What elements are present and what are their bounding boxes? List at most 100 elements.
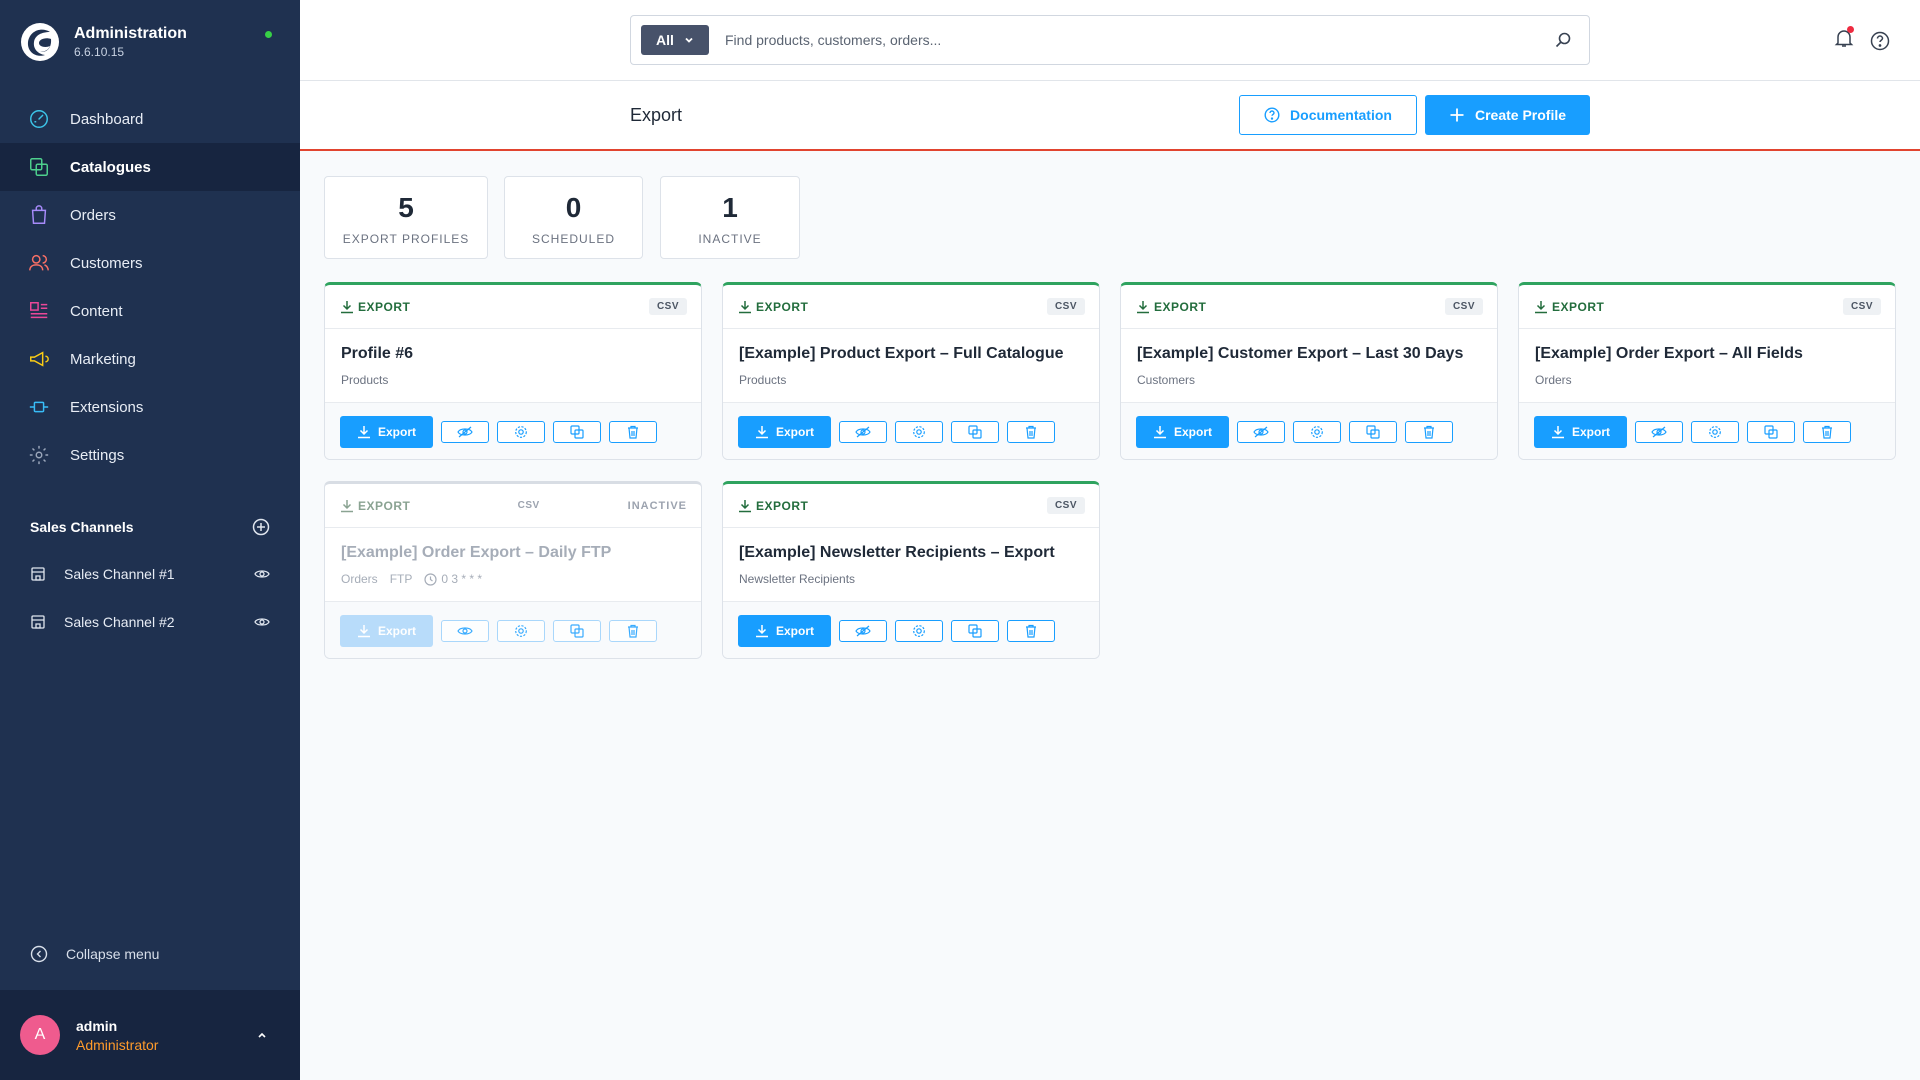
deactivate-button[interactable] xyxy=(839,619,887,642)
notifications-button[interactable] xyxy=(1834,26,1854,53)
gear-icon xyxy=(515,425,527,438)
nav-item-dashboard[interactable]: Dashboard xyxy=(0,95,300,143)
settings-button[interactable] xyxy=(497,619,545,642)
duplicate-button[interactable] xyxy=(553,619,601,642)
export-button[interactable]: Export xyxy=(1534,415,1627,448)
export-type-label: EXPORT xyxy=(1552,299,1605,314)
deactivate-button[interactable] xyxy=(441,420,489,443)
nav-item-settings[interactable]: Settings xyxy=(0,431,300,479)
download-icon xyxy=(1535,300,1547,313)
top-bar: All xyxy=(300,0,1920,81)
export-button[interactable]: Export xyxy=(1136,415,1229,448)
profile-title[interactable]: [Example] Order Export – All Fields xyxy=(1535,345,1879,363)
export-type-badge: EXPORT xyxy=(1534,300,1604,314)
extensions-icon xyxy=(29,401,49,413)
nav-item-extensions[interactable]: Extensions xyxy=(0,383,300,431)
delete-button[interactable] xyxy=(1405,420,1453,443)
export-type-badge: EXPORT xyxy=(738,499,808,513)
settings-button[interactable] xyxy=(895,619,943,642)
gear-icon xyxy=(1709,425,1721,438)
user-menu[interactable]: A admin Administrator xyxy=(0,990,300,1080)
download-icon xyxy=(1137,300,1149,313)
nav-item-content[interactable]: Content xyxy=(0,287,300,335)
shopware-logo-icon xyxy=(21,23,59,61)
profile-title[interactable]: [Example] Customer Export – Last 30 Days xyxy=(1137,345,1481,363)
nav-label-extensions: Extensions xyxy=(70,398,144,416)
add-sales-channel-icon[interactable] xyxy=(252,518,270,536)
content-icon xyxy=(30,302,48,319)
search-input[interactable] xyxy=(725,32,1555,48)
nav-label-content: Content xyxy=(70,302,123,320)
duplicate-button[interactable] xyxy=(553,420,601,443)
export-type-badge: EXPORT xyxy=(340,499,410,513)
export-button-label: Export xyxy=(775,424,814,439)
eye-off-icon xyxy=(457,426,473,437)
profile-title[interactable]: [Example] Product Export – Full Catalogu… xyxy=(739,345,1083,363)
settings-button[interactable] xyxy=(1691,420,1739,443)
profile-title[interactable]: Profile #6 xyxy=(341,345,685,363)
delete-button[interactable] xyxy=(1007,420,1055,443)
gear-icon xyxy=(1311,425,1323,438)
settings-button[interactable] xyxy=(895,420,943,443)
nav-item-orders[interactable]: Orders xyxy=(0,191,300,239)
export-profile-card: EXPORT CSV Profile #6 Products Export xyxy=(324,282,702,460)
collapse-menu-button[interactable]: Collapse menu xyxy=(30,945,159,963)
format-badge: CSV xyxy=(648,298,687,315)
sales-channel-item[interactable]: Sales Channel #2 xyxy=(0,598,300,646)
chevron-up-icon[interactable] xyxy=(256,1029,268,1041)
export-type-badge: EXPORT xyxy=(340,300,410,314)
profile-title[interactable]: [Example] Newsletter Recipients – Export xyxy=(739,544,1083,562)
gear-icon xyxy=(913,624,925,637)
export-type-badge: EXPORT xyxy=(738,300,808,314)
page-title: Export xyxy=(630,105,683,125)
delete-button[interactable] xyxy=(1803,420,1851,443)
duplicate-button[interactable] xyxy=(1349,420,1397,443)
eye-off-icon xyxy=(855,426,871,437)
nav-item-marketing[interactable]: Marketing xyxy=(0,335,300,383)
delete-button[interactable] xyxy=(609,420,657,443)
gear-icon xyxy=(913,425,925,438)
activate-button[interactable] xyxy=(441,619,489,642)
duplicate-button[interactable] xyxy=(951,619,999,642)
app-version: 6.6.10.15 xyxy=(74,45,125,59)
create-profile-button[interactable]: Create Profile xyxy=(1425,95,1590,135)
deactivate-button[interactable] xyxy=(1635,420,1683,443)
sales-channel-item[interactable]: Sales Channel #1 xyxy=(0,550,300,598)
download-icon xyxy=(755,624,768,637)
documentation-button[interactable]: Documentation xyxy=(1239,95,1417,135)
help-icon[interactable] xyxy=(1870,31,1890,51)
export-profile-card-inactive: EXPORT CSV INACTIVE [Example] Order Expo… xyxy=(324,481,702,659)
format-badge: CSV xyxy=(517,500,540,511)
download-icon xyxy=(755,425,768,438)
settings-button[interactable] xyxy=(497,420,545,443)
plus-icon xyxy=(1450,108,1464,122)
delete-button[interactable] xyxy=(1007,619,1055,642)
nav-item-customers[interactable]: Customers xyxy=(0,239,300,287)
search-icon[interactable] xyxy=(1555,32,1571,48)
export-profile-card: EXPORT CSV [Example] Product Export – Fu… xyxy=(722,282,1100,460)
download-icon xyxy=(341,300,353,313)
search-scope-select[interactable]: All xyxy=(641,25,709,55)
nav-label-settings: Settings xyxy=(70,446,125,464)
export-button[interactable]: Export xyxy=(340,415,433,448)
brand[interactable]: Administration 6.6.10.15 xyxy=(20,22,187,62)
eye-icon[interactable] xyxy=(254,614,270,630)
settings-button[interactable] xyxy=(1293,420,1341,443)
sales-channels-header: Sales Channels xyxy=(30,518,270,536)
deactivate-button[interactable] xyxy=(1237,420,1285,443)
duplicate-button[interactable] xyxy=(1747,420,1795,443)
profile-title[interactable]: [Example] Order Export – Daily FTP xyxy=(341,544,685,562)
format-badge: CSV xyxy=(1046,497,1085,514)
export-type-label: EXPORT xyxy=(756,498,809,513)
nav-item-catalogues[interactable]: Catalogues xyxy=(0,143,300,191)
deactivate-button[interactable] xyxy=(839,420,887,443)
export-button[interactable]: Export xyxy=(738,415,831,448)
export-button[interactable]: Export xyxy=(738,614,831,647)
sales-channels-title: Sales Channels xyxy=(30,519,134,535)
stat-scheduled: 0 SCHEDULED xyxy=(504,176,643,259)
profile-entity: Products xyxy=(739,373,787,387)
delete-button[interactable] xyxy=(609,619,657,642)
eye-icon[interactable] xyxy=(254,566,270,582)
duplicate-button[interactable] xyxy=(951,420,999,443)
export-button[interactable]: Export xyxy=(340,614,433,647)
